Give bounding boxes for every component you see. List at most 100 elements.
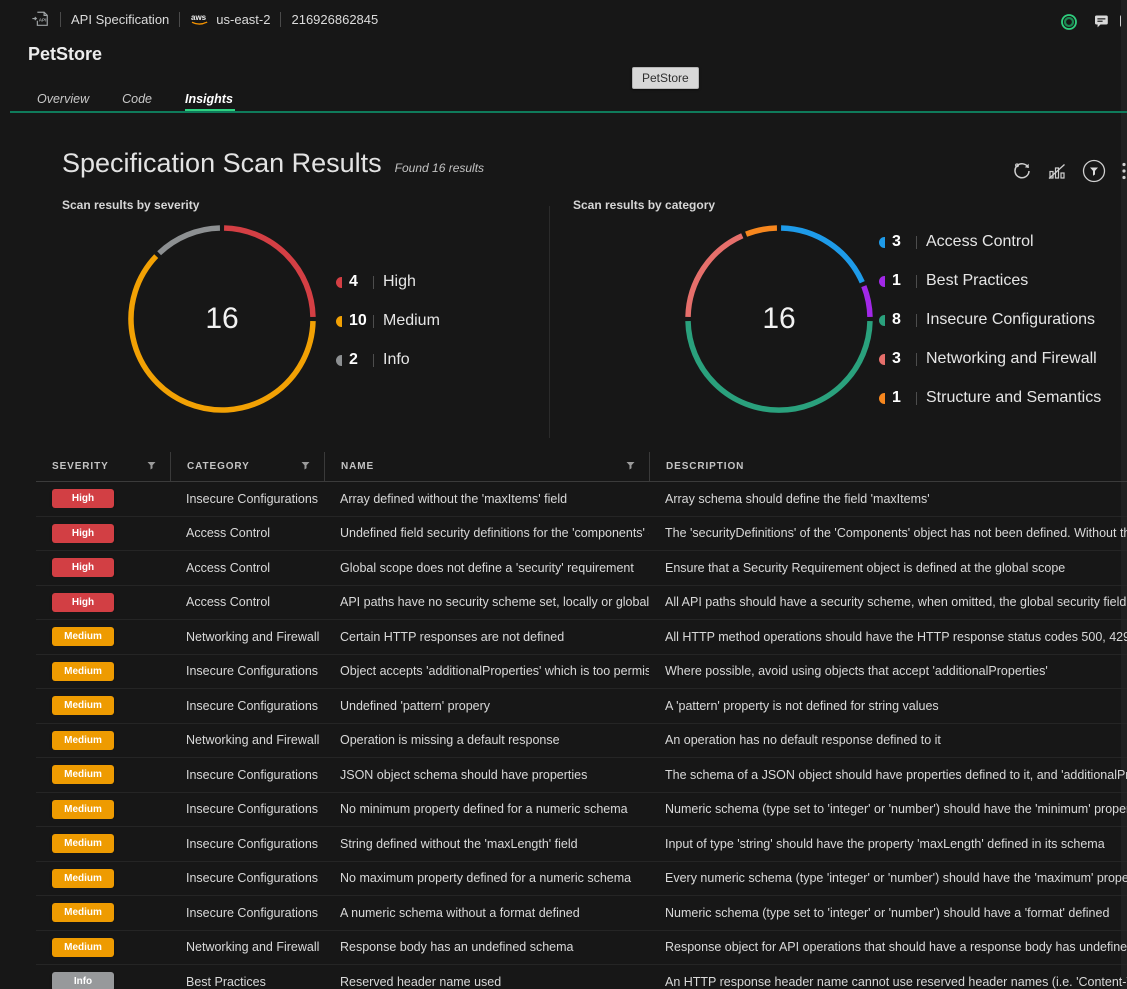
filter-circle-icon[interactable] [1082,159,1106,183]
chat-icon[interactable] [1094,14,1109,29]
tab-code[interactable]: Code [122,92,152,113]
legend-count: 1 [892,389,913,407]
category-cell: Best Practices [170,975,324,989]
category-cell: Networking and Firewall [170,733,324,747]
severity-cell: Medium [36,662,170,681]
category-cell: Insecure Configurations [170,802,324,816]
legend-divider [916,314,917,327]
name-cell: JSON object schema should have propertie… [324,768,649,782]
table-body: HighInsecure ConfigurationsArray defined… [36,482,1127,989]
legend-item-access-control[interactable]: 3 Access Control [879,233,1101,251]
scan-results-header: Specification Scan Results Found 16 resu… [62,148,484,179]
filter-icon[interactable] [301,461,310,473]
donut-segment-best-practices[interactable] [864,286,870,317]
severity-cell: Medium [36,938,170,957]
donut-segment-structure-and-semantics[interactable] [746,228,777,234]
category-donut-chart[interactable]: 16 [684,224,874,414]
legend-count: 8 [892,311,913,329]
column-label: DESCRIPTION [666,461,744,472]
donut-segment-medium[interactable] [131,256,313,410]
severity-badge: Medium [52,800,114,819]
severity-badge: High [52,558,114,577]
description-cell: An HTTP response header name cannot use … [649,975,1127,989]
severity-legend: 4High 10Medium 2Info [336,273,440,369]
refresh-icon[interactable] [1012,161,1032,181]
name-cell: API paths have no security scheme set, l… [324,595,649,609]
tab-insights[interactable]: Insights [185,92,233,113]
table-row[interactable]: MediumInsecure ConfigurationsNo minimum … [36,793,1127,828]
severity-donut-chart[interactable]: 16 [127,224,317,414]
chart-icon[interactable] [1048,163,1066,180]
tab-overview[interactable]: Overview [37,92,89,113]
name-cell: Object accepts 'additionalProperties' wh… [324,664,649,678]
legend-item-insecure-configurations[interactable]: 8Insecure Configurations [879,311,1101,329]
category-cell: Insecure Configurations [170,768,324,782]
severity-cell: Medium [36,834,170,853]
page-title: PetStore [28,44,102,65]
donut-segment-access-control[interactable] [781,228,862,282]
donut-segment-high[interactable] [224,228,313,317]
table-row[interactable]: HighInsecure ConfigurationsArray defined… [36,482,1127,517]
legend-label: Structure and Semantics [926,389,1101,407]
category-cell: Insecure Configurations [170,871,324,885]
column-header-category: CATEGORY [170,452,324,481]
category-chart-title: Scan results by category [573,198,715,212]
severity-badge: Medium [52,869,114,888]
name-cell: Undefined 'pattern' propery [324,699,649,713]
status-ring-icon[interactable] [1060,13,1078,31]
severity-cell: Medium [36,869,170,888]
severity-cell: Medium [36,800,170,819]
name-cell: Certain HTTP responses are not defined [324,630,649,644]
table-row[interactable]: MediumNetworking and FirewallResponse bo… [36,931,1127,966]
table-row[interactable]: MediumNetworking and FirewallCertain HTT… [36,620,1127,655]
severity-badge: Medium [52,765,114,784]
svg-text:API: API [39,17,47,22]
table-row[interactable]: HighAccess ControlUndefined field securi… [36,517,1127,552]
name-cell: Response body has an undefined schema [324,940,649,954]
severity-cell: Medium [36,903,170,922]
scan-toolbar [1012,158,1126,184]
description-cell: Ensure that a Security Requirement objec… [649,561,1127,575]
legend-label: Access Control [926,233,1034,251]
donut-segment-networking-and-firewall[interactable] [688,236,742,317]
legend-item-structure-and-semantics[interactable]: 1 Structure and Semantics [879,389,1101,407]
kebab-menu-icon[interactable] [1122,162,1126,180]
legend-item-high[interactable]: 4High [336,273,440,291]
table-row[interactable]: HighAccess ControlAPI paths have no secu… [36,586,1127,621]
table-row[interactable]: HighAccess ControlGlobal scope does not … [36,551,1127,586]
legend-item-info[interactable]: 2Info [336,351,440,369]
legend-item-best-practices[interactable]: 1Best Practices [879,272,1101,290]
legend-marker-icon [336,277,342,288]
donut-segment-insecure-configurations[interactable] [688,321,870,410]
table-row[interactable]: Medium Insecure ConfigurationsNo maximum … [36,862,1127,897]
table-row[interactable]: MediumInsecure ConfigurationsString defi… [36,827,1127,862]
filter-icon[interactable] [626,461,635,473]
table-row[interactable]: MediumInsecure ConfigurationsUndefined '… [36,689,1127,724]
column-label: CATEGORY [187,461,250,472]
table-row[interactable]: MediumInsecure ConfigurationsA numeric s… [36,896,1127,931]
filter-icon[interactable] [147,461,156,473]
description-cell: Every numeric schema (type 'integer' or … [649,871,1127,885]
column-header-name: NAME [324,452,649,481]
legend-item-networking-and-firewall[interactable]: 3Networking and Firewall [879,350,1101,368]
table-row[interactable]: MediumInsecure ConfigurationsObject acce… [36,655,1127,690]
description-cell: All API paths should have a security sch… [649,595,1127,609]
donut-segment-info[interactable] [159,228,220,253]
table-row[interactable]: InfoBest PracticesReserved header name u… [36,965,1127,989]
legend-count: 3 [892,233,913,251]
name-cell: No maximum property defined for a numeri… [324,871,649,885]
table-row[interactable]: Medium Networking and FirewallOperation i… [36,724,1127,759]
description-cell: Response object for API operations that … [649,940,1127,954]
severity-cell: High [36,489,170,508]
top-bar: API API Specification aws us-east-2 2169… [0,0,1127,38]
table-row[interactable]: Medium Insecure ConfigurationsJSON object… [36,758,1127,793]
legend-marker-icon [879,237,885,248]
severity-badge: Medium [52,731,114,750]
severity-badge: High [52,593,114,612]
name-cell: Operation is missing a default response [324,733,649,747]
column-header-severity: SEVERITY [36,452,170,481]
region-label: us-east-2 [216,12,270,27]
category-legend: 3 Access Control 1Best Practices 8Insecure … [879,233,1101,407]
legend-divider [373,276,374,289]
legend-item-medium[interactable]: 10Medium [336,312,440,330]
